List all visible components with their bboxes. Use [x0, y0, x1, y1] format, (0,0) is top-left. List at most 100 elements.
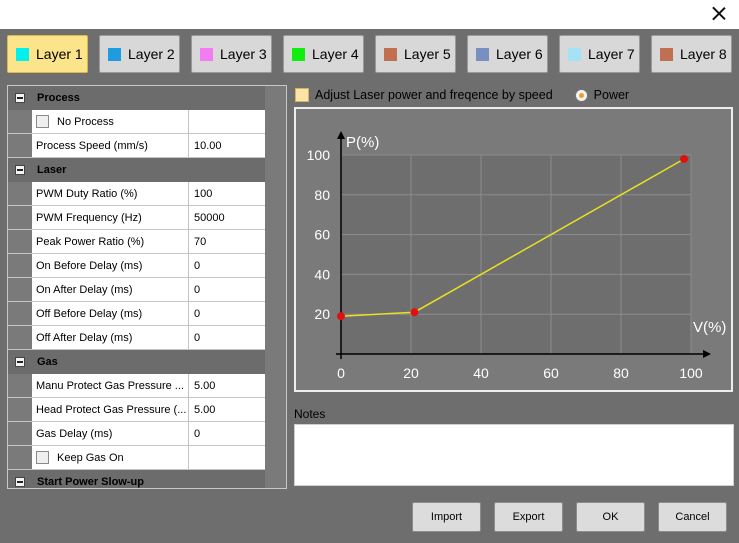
cancel-button[interactable]: Cancel [658, 502, 727, 532]
param-label: PWM Frequency (Hz) [32, 206, 189, 229]
group-title: Start Power Slow-up [37, 476, 144, 488]
process-speed-input[interactable]: 10.00 [189, 134, 266, 157]
param-value-input[interactable]: 0 [189, 422, 266, 445]
tab-layer-2[interactable]: Layer 2 [99, 35, 180, 73]
layer-color-swatch [16, 47, 29, 61]
keep-gas-on-checkbox[interactable] [36, 451, 49, 464]
layer-color-swatch [292, 47, 305, 61]
no-process-checkbox[interactable] [36, 115, 49, 128]
x-axis-label: V(%) [693, 319, 726, 336]
collapse-icon[interactable] [15, 165, 25, 175]
tab-layer-1[interactable]: Layer 1 [7, 35, 88, 73]
param-label: Manu Protect Gas Pressure ... [32, 374, 189, 397]
x-axis-arrow [703, 350, 711, 358]
group-laser[interactable]: Laser [8, 158, 266, 182]
close-icon[interactable] [709, 4, 729, 24]
param-value-input[interactable]: 50000 [189, 206, 266, 229]
param-value-input[interactable]: 0 [189, 278, 266, 301]
tab-label: Layer 7 [588, 46, 635, 62]
import-button[interactable]: Import [412, 502, 481, 532]
tab-layer-4[interactable]: Layer 4 [283, 35, 364, 73]
param-row: Off After Delay (ms) 0 [8, 326, 266, 350]
param-value-input[interactable]: 0 [189, 302, 266, 325]
x-tick-label: 40 [473, 365, 489, 381]
layer-color-swatch [200, 47, 213, 61]
export-button[interactable]: Export [494, 502, 563, 532]
collapse-icon[interactable] [15, 357, 25, 367]
param-row-no-process: No Process [8, 110, 266, 134]
tab-label: Layer 8 [680, 46, 727, 62]
ok-button[interactable]: OK [576, 502, 645, 532]
layer-color-swatch [108, 47, 121, 61]
tab-layer-8[interactable]: Layer 8 [651, 35, 732, 73]
tab-label: Layer 4 [312, 46, 359, 62]
tab-layer-6[interactable]: Layer 6 [467, 35, 548, 73]
y-tick-label: 40 [314, 266, 330, 282]
y-tick-label: 80 [314, 187, 330, 203]
data-point [337, 312, 345, 321]
param-label: Peak Power Ratio (%) [32, 230, 189, 253]
group-title: Gas [37, 356, 58, 368]
param-row: PWM Frequency (Hz) 50000 [8, 206, 266, 230]
param-row: PWM Duty Ratio (%) 100 [8, 182, 266, 206]
data-point [680, 154, 688, 163]
tab-label: Layer 5 [404, 46, 451, 62]
tab-label: Layer 6 [496, 46, 543, 62]
y-tick-label: 100 [307, 147, 331, 163]
x-tick-label: 0 [337, 365, 345, 381]
data-point [410, 308, 419, 317]
tab-label: Layer 1 [36, 46, 83, 62]
param-row: On After Delay (ms) 0 [8, 278, 266, 302]
adjust-options: Adjust Laser power and freqence by speed… [295, 86, 629, 104]
y-tick-label: 20 [314, 306, 330, 322]
param-value-input[interactable]: 70 [189, 230, 266, 253]
group-start-power-slow-up[interactable]: Start Power Slow-up [8, 470, 266, 488]
y-axis-label: P(%) [346, 134, 379, 151]
tab-layer-5[interactable]: Layer 5 [375, 35, 456, 73]
param-label: No Process [57, 115, 114, 128]
group-gas[interactable]: Gas [8, 350, 266, 374]
power-speed-chart: 0 20 40 60 80 100 20 40 60 80 100 P(%) V(%) [294, 107, 733, 392]
layer-color-swatch [660, 47, 673, 61]
notes-input[interactable] [294, 424, 734, 486]
param-label: Off Before Delay (ms) [32, 302, 189, 325]
param-row: Peak Power Ratio (%) 70 [8, 230, 266, 254]
param-row-keep-gas: Keep Gas On [8, 446, 266, 470]
group-title: Process [37, 92, 80, 104]
adjust-by-speed-label: Adjust Laser power and freqence by speed [315, 88, 553, 102]
param-label: Off After Delay (ms) [32, 326, 189, 349]
tab-label: Layer 2 [128, 46, 175, 62]
param-value-input[interactable]: 100 [189, 182, 266, 205]
param-row: Off Before Delay (ms) 0 [8, 302, 266, 326]
chart-svg: 0 20 40 60 80 100 20 40 60 80 100 P(%) V(%) [307, 131, 726, 381]
x-tick-label: 80 [613, 365, 629, 381]
param-label: Keep Gas On [57, 451, 124, 464]
group-process[interactable]: Process [8, 86, 266, 110]
y-axis-arrow [337, 131, 345, 139]
param-row-process-speed: Process Speed (mm/s) 10.00 [8, 134, 266, 158]
x-tick-label: 60 [543, 365, 559, 381]
param-value-input[interactable]: 5.00 [189, 398, 266, 421]
param-label: Gas Delay (ms) [32, 422, 189, 445]
collapse-icon[interactable] [15, 477, 25, 487]
adjust-by-speed-checkbox[interactable] [295, 88, 309, 102]
tab-layer-3[interactable]: Layer 3 [191, 35, 272, 73]
power-radio[interactable] [574, 88, 588, 102]
param-label: Process Speed (mm/s) [32, 134, 189, 157]
tab-label: Layer 3 [220, 46, 267, 62]
param-label: On After Delay (ms) [32, 278, 189, 301]
x-tick-label: 20 [403, 365, 419, 381]
param-row: Head Protect Gas Pressure (... 5.00 [8, 398, 266, 422]
param-label: PWM Duty Ratio (%) [32, 182, 189, 205]
layer-color-swatch [568, 47, 581, 61]
param-label: On Before Delay (ms) [32, 254, 189, 277]
tab-layer-7[interactable]: Layer 7 [559, 35, 640, 73]
layer-tabs: Layer 1 Layer 2 Layer 3 Layer 4 Layer 5 … [7, 35, 737, 73]
collapse-icon[interactable] [15, 93, 25, 103]
parameter-tree: Process No Process Process Speed (mm/s) 1… [7, 85, 287, 489]
param-value-input[interactable]: 0 [189, 254, 266, 277]
group-title: Laser [37, 164, 67, 176]
param-value-input[interactable]: 5.00 [189, 374, 266, 397]
param-value-input[interactable]: 0 [189, 326, 266, 349]
tree-scrollbar[interactable] [265, 86, 286, 488]
